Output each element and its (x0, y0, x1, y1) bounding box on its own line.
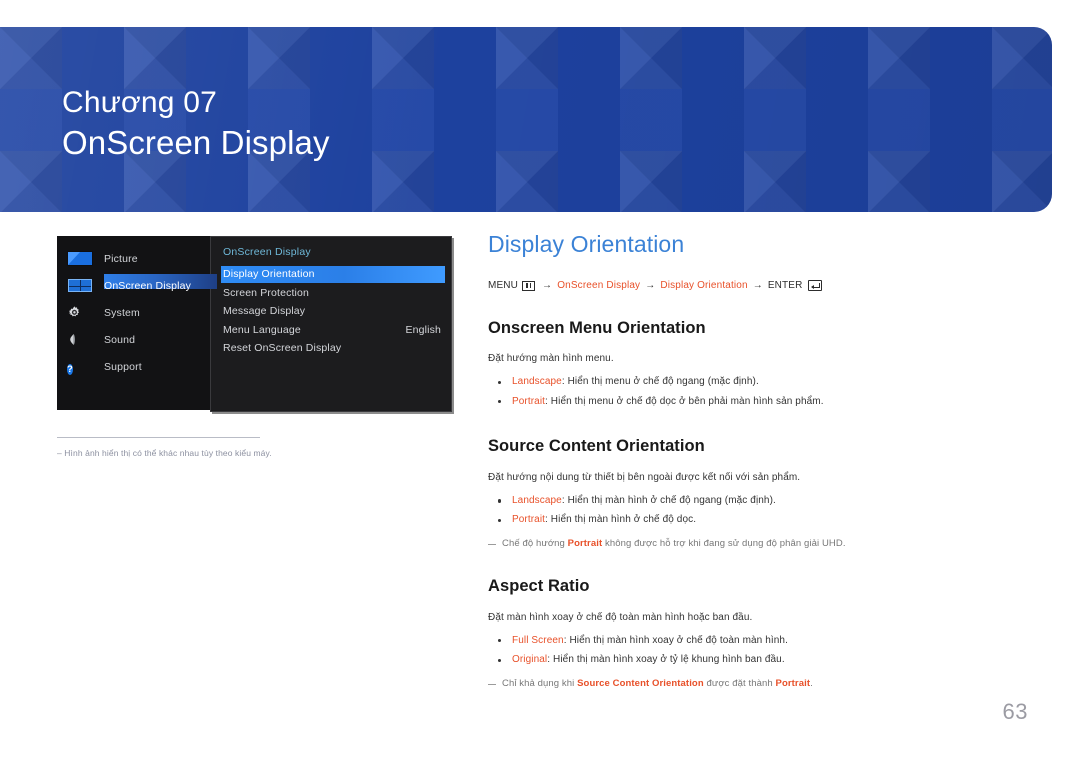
note-highlight-1: Portrait (567, 537, 603, 549)
bullet-text: : Hiển thị màn hình ở chế độ dọc. (545, 514, 697, 526)
osd-menu-item-label: Menu Language (223, 323, 301, 336)
note-highlight-1: Source Content Orientation (577, 677, 704, 689)
section-note: Chế độ hướng Portrait không được hỗ trợ … (488, 537, 1008, 551)
note-pre: Chế độ hướng (502, 537, 568, 549)
osd-menu-item-display-orientation[interactable]: Display Orientation (211, 265, 451, 284)
list-item: Portrait: Hiển thị menu ở chế độ dọc ở b… (488, 392, 1008, 412)
list-item: Original: Hiển thị màn hình xoay ở tỷ lệ… (488, 650, 1008, 670)
breadcrumb-arrow-2: → (645, 279, 656, 291)
bullet-term: Full Screen (512, 634, 564, 646)
sidebar-item-sound[interactable]: Sound (57, 326, 212, 353)
osd-panel-title: OnScreen Display (223, 246, 311, 258)
section-bullet-list: Landscape: Hiển thị màn hình ở chế độ ng… (488, 491, 1008, 530)
sidebar-item-label: System (104, 306, 140, 319)
osd-menu-item-screen-protection[interactable]: Screen Protection (211, 284, 451, 303)
note-mid: được đặt thành (703, 677, 776, 689)
bullet-text: : Hiển thị màn hình xoay ở tỷ lệ khung h… (547, 654, 785, 666)
osd-menu-item-label: Reset OnScreen Display (223, 342, 342, 355)
osd-menu-item-label: Display Orientation (223, 268, 315, 281)
list-item: Landscape: Hiển thị menu ở chế độ ngang … (488, 372, 1008, 392)
speaker-icon (67, 332, 93, 347)
caption-divider (57, 437, 260, 438)
sidebar-item-label: Support (104, 360, 142, 373)
osd-menu-item-message-display[interactable]: Message Display (211, 302, 451, 321)
breadcrumb: MENU → OnScreen Display → Display Orient… (488, 279, 1008, 293)
breadcrumb-arrow-3: → (752, 279, 763, 291)
osd-caption-block: – Hình ảnh hiển thị có thể khác nhau tùy… (57, 437, 387, 459)
sidebar-item-label: Picture (104, 252, 138, 265)
bullet-term: Portrait (512, 395, 546, 407)
caption-body: Hình ảnh hiển thị có thể khác nhau tùy t… (64, 448, 272, 458)
bullet-term: Landscape (512, 494, 562, 506)
section-heading-aspect-ratio: Aspect Ratio (488, 577, 590, 596)
chapter-title: OnScreen Display (62, 124, 330, 162)
page-title: Display Orientation (488, 231, 685, 257)
bullet-term: Portrait (512, 514, 546, 526)
chapter-heading-group: Chương 07 OnScreen Display (62, 85, 330, 165)
list-item: Portrait: Hiển thị màn hình ở chế độ dọc… (488, 510, 1008, 530)
section-heading-onscreen-menu-orientation: Onscreen Menu Orientation (488, 318, 706, 337)
enter-icon (807, 280, 822, 292)
note-highlight-2: Portrait (775, 677, 811, 689)
section-heading-source-content-orientation: Source Content Orientation (488, 437, 705, 456)
section-intro: Đặt hướng màn hình menu. (488, 353, 614, 365)
list-item: Full Screen: Hiển thị màn hình xoay ở ch… (488, 631, 1008, 651)
osd-caption-text: – Hình ảnh hiển thị có thể khác nhau tùy… (57, 448, 387, 459)
bullet-text: : Hiển thị menu ở chế độ dọc ở bên phải … (545, 395, 824, 407)
page-number: 63 (1002, 699, 1028, 724)
osd-screenshot: Picture OnScreen Display System Sound ? … (57, 236, 452, 412)
menu-icon (522, 280, 536, 291)
bullet-text: : Hiển thị màn hình xoay ở chế độ toàn m… (563, 634, 788, 646)
bullet-term: Landscape (512, 376, 562, 388)
osd-sidebar: Picture OnScreen Display System Sound ? … (57, 236, 217, 410)
breadcrumb-menu-label: MENU (488, 279, 519, 291)
breadcrumb-step-onscreen-display: OnScreen Display (557, 279, 641, 291)
bullet-text: : Hiển thị màn hình ở chế độ ngang (mặc … (561, 494, 776, 506)
osd-menu-item-value: English (405, 323, 441, 336)
content-column: Display Orientation MENU → OnScreen Disp… (488, 231, 1008, 691)
onscreen-display-icon (67, 278, 93, 293)
bullet-text: : Hiển thị menu ở chế độ ngang (mặc định… (561, 376, 759, 388)
osd-menu-item-label: Screen Protection (223, 286, 310, 299)
breadcrumb-arrow-1: → (542, 279, 553, 291)
note-pre: Chỉ khả dụng khi (502, 677, 578, 689)
note-mid: không được hỗ trợ khi đang sử dụng độ ph… (602, 537, 846, 549)
sidebar-item-label: Sound (104, 333, 136, 346)
gear-icon (67, 305, 93, 320)
section-note: Chỉ khả dụng khi Source Content Orientat… (488, 677, 1008, 691)
osd-panel: OnScreen Display Display Orientation Scr… (210, 236, 452, 412)
osd-menu-item-label: Message Display (223, 305, 306, 318)
section-bullet-list: Landscape: Hiển thị menu ở chế độ ngang … (488, 372, 1008, 411)
breadcrumb-step-display-orientation: Display Orientation (660, 279, 748, 291)
osd-menu-item-menu-language[interactable]: Menu Language English (211, 321, 451, 340)
osd-menu-item-reset-onscreen-display[interactable]: Reset OnScreen Display (211, 339, 451, 358)
section-intro: Đặt màn hình xoay ở chế độ toàn màn hình… (488, 611, 753, 623)
picture-icon (67, 251, 93, 266)
sidebar-item-system[interactable]: System (57, 299, 212, 326)
sidebar-item-picture[interactable]: Picture (57, 245, 212, 272)
sidebar-item-support[interactable]: ? Support (57, 353, 212, 380)
note-post: . (810, 677, 813, 689)
breadcrumb-enter-label: ENTER (767, 279, 803, 291)
question-mark-icon: ? (67, 364, 73, 375)
sidebar-item-onscreen-display[interactable]: OnScreen Display (57, 272, 217, 299)
chapter-kicker: Chương 07 (62, 86, 217, 119)
section-bullet-list: Full Screen: Hiển thị màn hình xoay ở ch… (488, 631, 1008, 670)
sidebar-item-label: OnScreen Display (104, 279, 192, 292)
list-item: Landscape: Hiển thị màn hình ở chế độ ng… (488, 491, 1008, 511)
chapter-banner: Chương 07 OnScreen Display (0, 27, 1052, 212)
section-intro: Đặt hướng nội dung từ thiết bị bên ngoài… (488, 471, 801, 483)
bullet-term: Original (512, 654, 548, 666)
